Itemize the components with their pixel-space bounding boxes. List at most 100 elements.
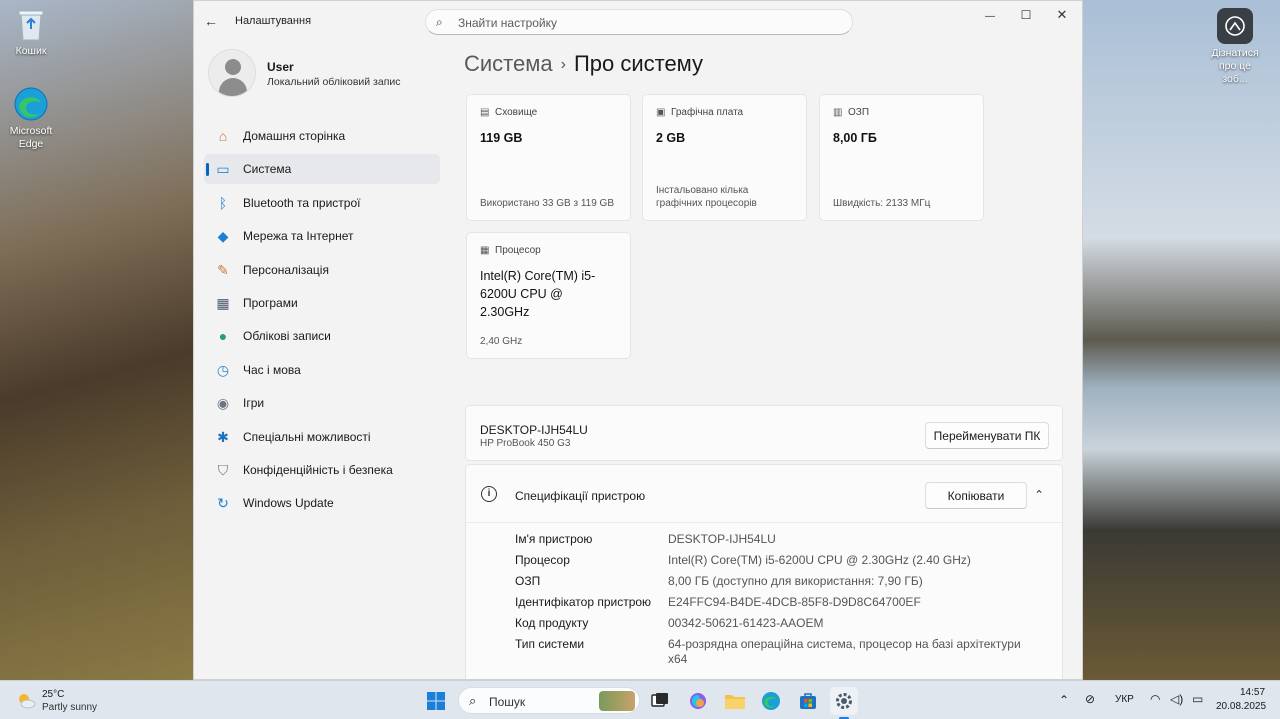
chevron-right-icon: › [560, 56, 566, 73]
rename-pc-button[interactable]: Перейменувати ПК [925, 422, 1049, 449]
sidebar-item-label: Облікові записи [243, 329, 331, 344]
spec-label: ОЗП [515, 574, 541, 588]
sidebar-item-apps[interactable]: ▦ Програми [204, 288, 440, 318]
sidebar-item-system[interactable]: ▭ Система [204, 154, 440, 185]
file-explorer-button[interactable] [721, 687, 749, 715]
taskbar-search-label: Пошук [489, 695, 526, 709]
ram-title: ОЗП [848, 107, 870, 118]
spec-value: Intel(R) Core(TM) i5-6200U CPU @ 2.30GHz… [668, 553, 971, 567]
gpu-title: Графічна плата [671, 107, 744, 118]
settings-taskbar-button[interactable] [830, 687, 858, 719]
sidebar-item-brush[interactable]: ✎ Персоналізація [204, 255, 440, 285]
taskbar-search[interactable]: ⌕ Пошук [458, 687, 640, 714]
copilot-button[interactable] [684, 687, 712, 715]
specs-header[interactable]: i Специфікації пристрою Копіювати ⌄ [466, 465, 1062, 523]
accounts-icon: ● [218, 328, 228, 345]
spec-label: Код продукту [515, 616, 589, 630]
sidebar-item-label: Система [243, 162, 292, 177]
gear-icon [836, 693, 852, 709]
bluetooth-icon: ᛒ [218, 194, 228, 211]
user-profile[interactable]: User Локальний обліковий запис [208, 49, 448, 99]
user-account-type: Локальний обліковий запис [267, 76, 401, 88]
battery-icon[interactable]: ▭ [1192, 692, 1203, 706]
sidebar-item-wifi[interactable]: ◆ Мережа та Інтернет [204, 221, 440, 251]
sidebar-item-label: Домашня сторінка [243, 129, 346, 143]
device-specs-panel: i Специфікації пристрою Копіювати ⌄ Ім'я… [465, 464, 1063, 679]
edge-icon [13, 86, 49, 122]
settings-search-input[interactable] [458, 14, 838, 32]
maximize-icon: ☐ [1020, 8, 1032, 22]
clock-time[interactable]: 14:57 [1240, 687, 1265, 698]
chevron-up-icon[interactable]: ⌄ [1034, 487, 1044, 501]
sidebar-item-label: Ігри [243, 396, 265, 411]
network-status-icon[interactable]: ⊘ [1085, 692, 1095, 706]
desktop-icon-recycle-bin[interactable]: Кошик [0, 6, 62, 58]
breadcrumb: Система › Про систему [464, 51, 703, 77]
spec-value: 64-розрядна операційна система, процесор… [668, 637, 1021, 666]
user-name: User [267, 60, 294, 74]
maximize-button[interactable]: ☐ [1008, 5, 1044, 25]
weather-temp: 25°C [42, 689, 65, 700]
sidebar-item-label: Час і мова [243, 362, 301, 377]
shield-icon: ⛉ [217, 461, 229, 478]
task-view-icon [651, 693, 668, 707]
sidebar-item-time-language[interactable]: ◷ Час і мова [204, 355, 440, 385]
cpu-value: Intel(R) Core(TM) i5-6200U CPU @ 2.30GHz [480, 269, 596, 319]
sidebar-item-gaming[interactable]: ◉ Ігри [204, 388, 440, 418]
ram-card[interactable]: ▥ ОЗП 8,00 ГБ Швидкість: 2133 МГц [819, 94, 984, 221]
store-button[interactable] [794, 687, 822, 715]
close-button[interactable]: ✕ [1044, 5, 1080, 25]
sidebar-item-label: Спеціальні можливості [243, 429, 371, 444]
storage-value: 119 GB [480, 131, 523, 145]
sidebar-item-home[interactable]: ⌂ Домашня сторінка [204, 121, 440, 151]
gpu-card[interactable]: ▣ Графічна плата 2 GB Інстальовано кілька… [642, 94, 807, 221]
back-button[interactable]: ← [204, 13, 222, 31]
desktop-background-right [1083, 0, 1280, 680]
clock-date[interactable]: 20.08.2025 [1216, 701, 1266, 712]
sidebar-item-bluetooth[interactable]: ᛒ Bluetooth та пристрої [204, 188, 440, 218]
weather-description: Partly sunny [42, 702, 98, 713]
cpu-card[interactable]: ▦ Процесор Intel(R) Core(TM) i5-6200U CPU… [466, 232, 631, 359]
breadcrumb-parent[interactable]: Система [464, 51, 553, 76]
storage-icon: ▤ [480, 107, 490, 118]
sidebar-item-label: Мережа та Інтернет [243, 229, 354, 244]
sidebar-item-accessibility[interactable]: ✱ Спеціальні можливості [204, 422, 440, 452]
wifi-icon: ◆ [217, 228, 229, 245]
minimize-button[interactable]: — [972, 5, 1008, 25]
spec-value: DESKTOP-IJH54LU [668, 532, 776, 546]
taskbar: 25°C Partly sunny ⌕ Пошук ⌃ ⊘ УКР ◠ ◁) ▭… [0, 680, 1280, 719]
sidebar-item-update[interactable]: ↻ Windows Update [204, 488, 440, 518]
wifi-icon[interactable]: ◠ [1150, 692, 1160, 706]
gpu-value: 2 GB [656, 131, 686, 145]
spec-label: Процесор [515, 553, 570, 567]
ram-value: 8,00 ГБ [833, 131, 877, 145]
spec-label: Ідентифікатор пристрою [515, 595, 652, 609]
language-indicator[interactable]: УКР [1115, 694, 1134, 705]
storage-card[interactable]: ▤ Сховище 119 GB Використано 33 GB з 119 … [466, 94, 631, 221]
spec-value: 00342-50621-61423-AAOEM [668, 616, 824, 630]
chevron-up-icon[interactable]: ⌃ [1059, 693, 1069, 707]
system-icon: ▭ [216, 161, 230, 178]
edge-taskbar-button[interactable] [757, 687, 785, 715]
accessibility-icon: ✱ [217, 428, 229, 445]
device-name: DESKTOP-IJH54LU [480, 423, 588, 437]
cpu-footer: 2,40 GHz [480, 336, 523, 347]
settings-search[interactable]: ⌕ [425, 9, 853, 35]
task-view-button[interactable] [646, 687, 674, 715]
desktop-icon-spotlight[interactable]: Дізнатися про це зоб... [1204, 8, 1266, 86]
sidebar-item-label: Windows Update [243, 496, 334, 511]
windows-icon [427, 692, 445, 710]
brush-icon: ✎ [217, 261, 229, 278]
desktop-icon-edge[interactable]: Microsoft Edge [0, 86, 62, 151]
copy-specs-button[interactable]: Копіювати [925, 482, 1027, 509]
device-model: HP ProBook 450 G3 [480, 438, 571, 449]
settings-window: ← Налаштування ⌕ — ☐ ✕ User Локальний об… [193, 0, 1083, 680]
sidebar-item-accounts[interactable]: ● Облікові записи [204, 321, 440, 351]
start-button[interactable] [422, 687, 450, 715]
volume-icon[interactable]: ◁) [1170, 692, 1183, 706]
camera-icon [1217, 8, 1253, 44]
spec-value: 8,00 ГБ (доступно для використання: 7,90… [668, 574, 923, 588]
sidebar-item-shield[interactable]: ⛉ Конфіденційність і безпека [204, 455, 440, 485]
page-title: Про систему [573, 51, 704, 76]
gpu-icon: ▣ [656, 107, 666, 118]
